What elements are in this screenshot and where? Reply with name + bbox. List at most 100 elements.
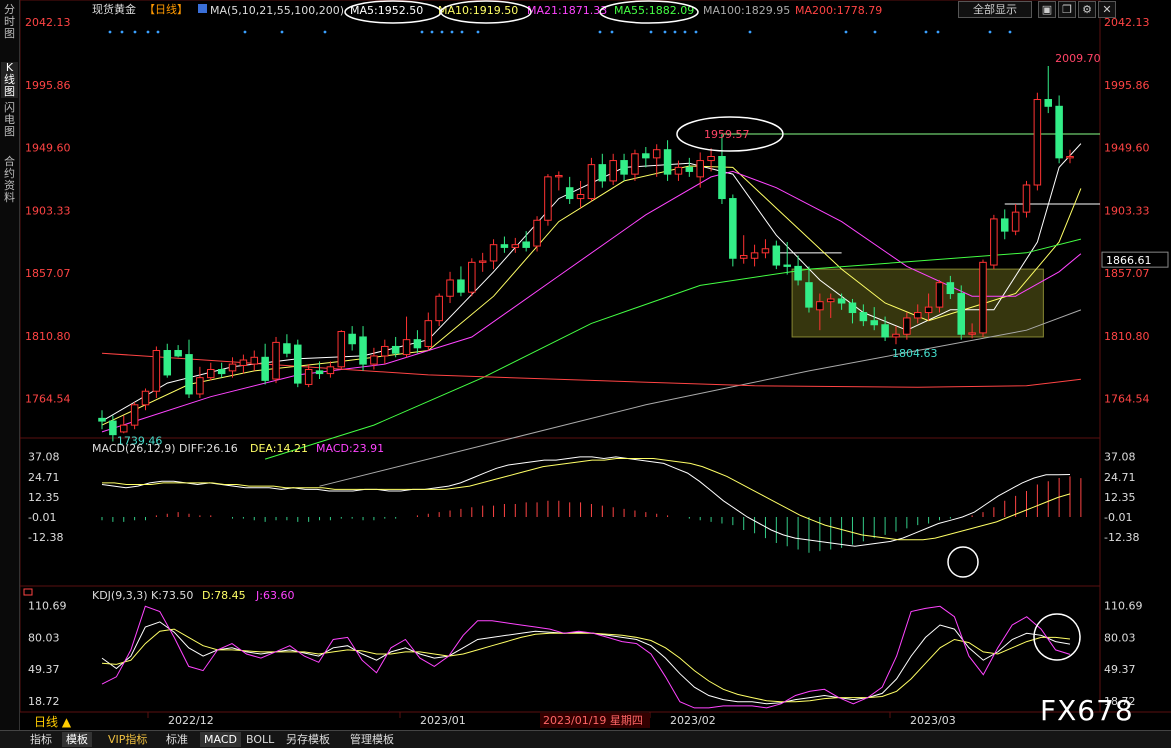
toolbar-macd[interactable]: MACD: [200, 732, 241, 747]
candle-body: [283, 343, 291, 354]
tab-contract-info[interactable]: 合约资料: [1, 156, 18, 208]
candle-body: [163, 350, 172, 376]
kdj-tick-right: 49.37: [1104, 663, 1136, 676]
kdj-d-label: D:78.45: [202, 589, 246, 602]
event-dot: [420, 30, 424, 34]
event-dot: [280, 30, 284, 34]
price-tick-right: 1857.07: [1104, 267, 1150, 280]
overview-button[interactable]: 全部显示: [958, 1, 1032, 18]
restore-icon[interactable]: ❐: [1058, 1, 1076, 18]
candle-body: [119, 424, 128, 433]
candle-body: [294, 344, 302, 384]
macd-line-diff: [101, 456, 1071, 547]
tab-kline-chart[interactable]: K线图: [1, 62, 18, 98]
price-tick-right: 1810.80: [1104, 330, 1150, 343]
candle-body: [652, 149, 661, 159]
price-tick-left: 1995.86: [25, 79, 71, 92]
x-axis-label: 2023/02: [670, 714, 716, 727]
candle-body: [783, 264, 791, 267]
price-tick-left: 2042.13: [25, 16, 71, 29]
candle-body: [750, 252, 759, 259]
event-dot: [663, 30, 667, 34]
price-tick-right: 1764.54: [1104, 393, 1150, 406]
candle-body: [761, 248, 770, 254]
bottom-toolbar: 指标 模板 VIP指标 标准 MACD BOLL 另存模板 管理模板: [0, 730, 1171, 748]
toolbar-indicator[interactable]: 指标: [26, 732, 56, 747]
candle-body: [674, 166, 683, 175]
panel-border-0: [20, 0, 1101, 439]
candle-body: [381, 345, 389, 357]
event-dot: [430, 30, 434, 34]
candle-body: [924, 306, 933, 314]
period-selector[interactable]: 日线 ▲: [34, 715, 72, 729]
macd-tick-right: 37.08: [1104, 451, 1136, 464]
candle-body: [685, 166, 694, 172]
kline-chart-area[interactable]: 现货黄金 【日线】 MA(5,10,21,55,100,200) MA5:1952.5…: [20, 0, 1171, 730]
toolbar-boll[interactable]: BOLL: [242, 732, 278, 747]
toolbar-manage-template[interactable]: 管理模板: [346, 732, 398, 747]
event-dot: [323, 30, 327, 34]
candle-body: [990, 218, 998, 266]
event-dot: [108, 30, 112, 34]
event-dot: [694, 30, 698, 34]
window-icon[interactable]: ▣: [1038, 1, 1056, 18]
event-dot: [133, 30, 137, 34]
toolbar-vip-indicator[interactable]: VIP指标: [104, 732, 151, 747]
kdj-tick-right: 80.03: [1104, 631, 1136, 644]
candle-body: [957, 293, 965, 335]
candle-body: [250, 356, 259, 365]
candle-body: [1011, 211, 1020, 232]
candle-body: [348, 333, 356, 345]
left-tab-bar: 分时图 K线图 闪电图 合约资料: [0, 0, 20, 730]
event-dot: [156, 30, 160, 34]
candle-body: [522, 241, 530, 248]
kdj-line-d: [101, 628, 1071, 703]
consolidation-box: [791, 268, 1044, 338]
candle-body: [707, 155, 715, 162]
event-dot: [476, 30, 480, 34]
candle-body: [511, 244, 520, 248]
candle-body: [609, 160, 617, 182]
candle-body: [228, 363, 237, 372]
macd-value-label: MACD:23.91: [316, 442, 384, 455]
candle-body: [109, 420, 117, 436]
event-dot: [120, 30, 124, 34]
toolbar-standard[interactable]: 标准: [162, 732, 192, 747]
candle-body: [435, 295, 443, 322]
ma-label-0: MA(5,10,21,55,100,200): [210, 4, 344, 17]
candle-body: [500, 244, 509, 248]
event-dot: [924, 30, 928, 34]
current-price-label: 1866.61: [1106, 254, 1152, 267]
macd-tick-right: -12.38: [1104, 531, 1139, 544]
macd-title: MACD(26,12,9) DIFF:26.16: [92, 442, 238, 455]
macd-tick-left: -0.01: [28, 511, 56, 524]
candle-body: [544, 176, 552, 221]
close-icon[interactable]: ✕: [1098, 1, 1116, 18]
price-tick-right: 1995.86: [1104, 79, 1150, 92]
macd-tick-right: 24.71: [1104, 471, 1136, 484]
macd-line-dea: [102, 458, 1071, 541]
macd-highlight-circle: [947, 546, 979, 578]
candle-body: [261, 356, 269, 381]
event-dot: [146, 30, 150, 34]
candle-body: [805, 282, 813, 308]
event-dot: [450, 30, 454, 34]
tab-time-chart[interactable]: 分时图: [1, 4, 18, 40]
macd-tick-left: 37.08: [28, 451, 60, 464]
candle-body: [576, 193, 585, 200]
event-dot: [988, 30, 992, 34]
fx678-watermark: FX678: [1040, 694, 1134, 727]
kdj-tick-right: 110.69: [1104, 600, 1143, 613]
kdj-settings-icon: [23, 588, 33, 596]
candle-body: [870, 320, 878, 326]
candle-body: [848, 302, 857, 314]
ma-label-1: MA5:1952.50: [350, 4, 423, 17]
toolbar-save-template[interactable]: 另存模板: [282, 732, 334, 747]
candle-body: [141, 390, 150, 406]
gear-icon[interactable]: ⚙: [1078, 1, 1096, 18]
period-label: 【日线】: [144, 2, 188, 16]
toolbar-template[interactable]: 模板: [62, 732, 92, 747]
tab-flash-chart[interactable]: 闪电图: [1, 102, 18, 138]
price-tick-left: 1764.54: [25, 393, 71, 406]
candle-body: [663, 149, 672, 175]
